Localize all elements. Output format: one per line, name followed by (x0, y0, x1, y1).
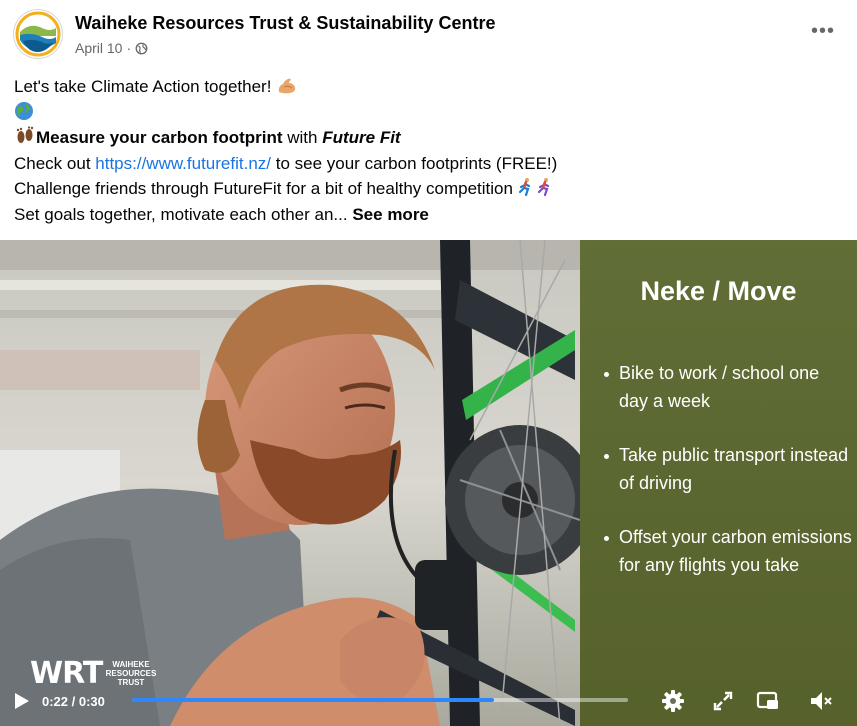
caption-italic-text: Future Fit (322, 128, 401, 147)
progress-fill (132, 698, 495, 702)
info-panel: Neke / Move Bike to work / school one da… (580, 240, 857, 726)
post-meta: April 10 · (75, 40, 148, 56)
runner-icon (518, 178, 549, 197)
page-avatar[interactable] (14, 10, 62, 58)
fullscreen-icon[interactable] (710, 688, 736, 714)
play-icon[interactable] (10, 690, 32, 712)
settings-icon[interactable] (660, 688, 686, 714)
futurefit-link[interactable]: https://www.futurefit.nz/ (95, 154, 271, 173)
time-separator: / (68, 694, 79, 709)
post-header: Waiheke Resources Trust & Sustainability… (0, 0, 857, 70)
caption-line-1-text: Let's take Climate Action together! (14, 77, 272, 96)
picture-in-picture-icon[interactable] (755, 688, 781, 714)
caption-with-text: with (282, 128, 323, 147)
progress-bar[interactable] (132, 698, 628, 702)
globe-icon (135, 42, 148, 54)
post-date[interactable]: April 10 (75, 40, 122, 56)
post-caption: Let's take Climate Action together! Meas… (14, 74, 557, 227)
video-controls: 0:22 / 0:30 (0, 678, 857, 726)
caption-line-4: Check out https://www.futurefit.nz/ to s… (14, 151, 557, 177)
video-player[interactable]: Neke / Move Bike to work / school one da… (0, 240, 857, 726)
earth-globe-icon (15, 101, 33, 120)
mute-icon[interactable] (808, 688, 834, 714)
panel-bullet-item: Offset your carbon emissions for any fli… (602, 524, 852, 579)
footprints-icon (16, 126, 34, 143)
caption-line-2 (14, 100, 557, 126)
current-time: 0:22 (42, 694, 69, 709)
caption-line-5: Challenge friends through FutureFit for … (14, 176, 557, 202)
duration: 0:30 (78, 694, 105, 709)
caption-line-1: Let's take Climate Action together! (14, 74, 557, 100)
video-frame-image (0, 240, 580, 726)
see-more-link[interactable]: See more (352, 205, 429, 224)
panel-bullet-item: Bike to work / school one day a week (602, 360, 852, 415)
caption-line-3: Measure your carbon footprint with Futur… (14, 125, 557, 151)
caption-bold-text: Measure your carbon footprint (36, 128, 283, 147)
caption-line-4-end: to see your carbon footprints (FREE!) (271, 153, 558, 173)
caption-line-6-text: Set goals together, motivate each other … (14, 204, 348, 224)
panel-bullet-item: Take public transport instead of driving (602, 442, 852, 497)
panel-title: Neke / Move (640, 276, 797, 306)
page-name[interactable]: Waiheke Resources Trust & Sustainability… (75, 13, 495, 34)
video-time: 0:22 / 0:30 (42, 694, 105, 709)
more-options-button[interactable]: ••• (811, 21, 835, 41)
caption-line-5-text: Challenge friends through FutureFit for … (14, 179, 513, 198)
facebook-post: Waiheke Resources Trust & Sustainability… (0, 0, 857, 726)
panel-bullet-list: Bike to work / school one day a week Tak… (602, 360, 852, 606)
caption-check-out-text: Check out (14, 153, 96, 173)
caption-line-6: Set goals together, motivate each other … (14, 202, 557, 228)
flexed-biceps-icon (279, 78, 296, 94)
date-separator: · (126, 40, 132, 56)
